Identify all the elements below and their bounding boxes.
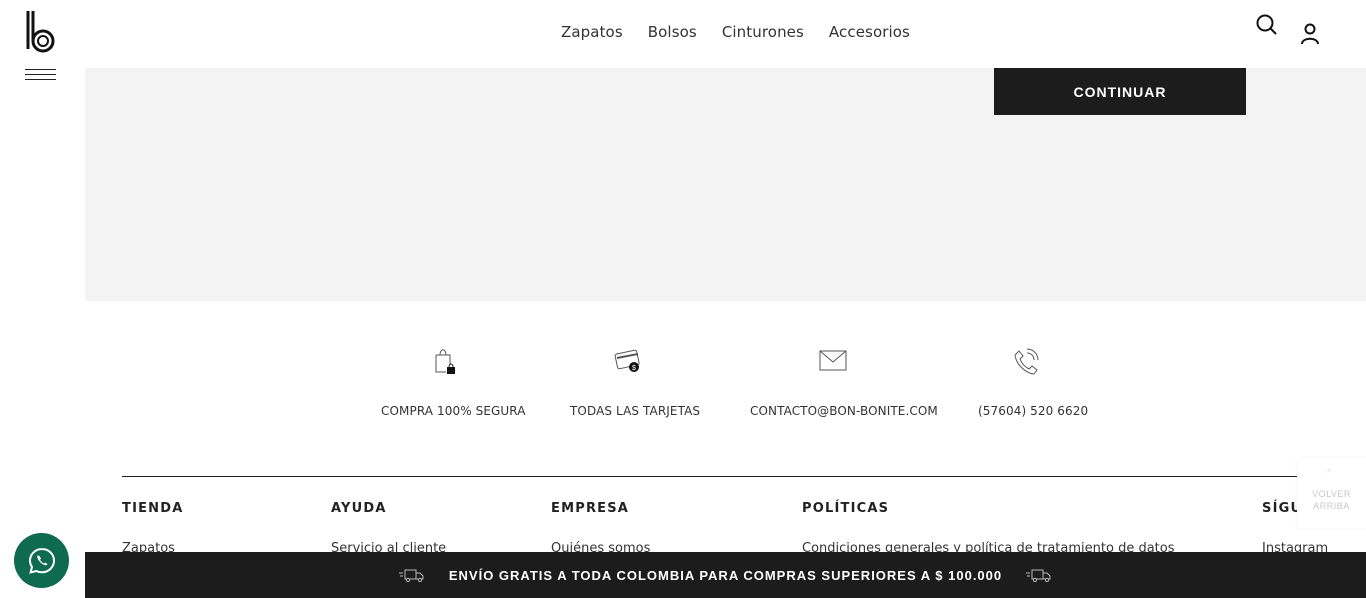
envelope-icon (819, 350, 846, 371)
feature-label[interactable]: (57604) 520 6620 (978, 404, 1088, 418)
hamburger-menu-icon[interactable] (25, 69, 56, 85)
feature-all-cards: $ TODAS LAS TARJETAS (570, 345, 701, 418)
nav-link-bolsos[interactable]: Bolsos (648, 23, 697, 41)
phone-icon (1013, 348, 1038, 375)
credit-card-icon: $ (614, 349, 640, 372)
delivery-truck-icon (398, 569, 424, 582)
nav-link-zapatos[interactable]: Zapatos (561, 23, 623, 41)
back-to-top-label: VOLVER (1312, 489, 1351, 499)
category-nav: Zapatos Bolsos Cinturones Accesorios (561, 23, 910, 41)
nav-link-cinturones[interactable]: Cinturones (722, 23, 804, 41)
brand-logo[interactable] (24, 9, 58, 55)
footer-column-title: POLÍTICAS (802, 501, 890, 516)
footer-divider (122, 476, 1329, 477)
continue-button[interactable]: CONTINUAR (994, 68, 1246, 115)
checkout-panel: CONTINUAR (85, 68, 1366, 301)
footer-column-ayuda: AYUDA Servicio al cliente (331, 501, 446, 556)
shopping-bag-lock-icon (435, 349, 455, 374)
feature-label[interactable]: CONTACTO@BON-BONITE.COM (750, 404, 938, 418)
footer-column-title: AYUDA (331, 501, 387, 516)
search-icon[interactable] (1255, 13, 1279, 37)
whatsapp-icon (28, 547, 55, 574)
feature-contact-email: CONTACTO@BON-BONITE.COM (750, 345, 938, 418)
user-account-icon[interactable] (1299, 22, 1321, 46)
footer-column-title: EMPRESA (551, 501, 630, 516)
back-to-top-label: ARRIBA (1313, 501, 1350, 511)
top-navigation: Zapatos Bolsos Cinturones Accesorios (85, 0, 1366, 68)
footer-column-tienda: TIENDA Zapatos (122, 501, 184, 556)
footer-column-empresa: EMPRESA Quiénes somos (551, 501, 650, 556)
footer-column-title: TIENDA (122, 501, 184, 516)
back-to-top-button[interactable]: ^ VOLVER ARRIBA (1297, 458, 1366, 528)
shipping-banner: ENVÍO GRATIS A TODA COLOMBIA PARA COMPRA… (85, 552, 1366, 598)
feature-phone: (57604) 520 6620 (978, 345, 1088, 418)
footer-column-politicas: POLÍTICAS Condiciones generales y políti… (802, 501, 1175, 556)
delivery-truck-icon (1026, 569, 1051, 582)
sidebar (0, 0, 85, 598)
feature-secure-purchase: COMPRA 100% SEGURA (381, 345, 526, 418)
svg-text:$: $ (632, 365, 636, 372)
feature-label: COMPRA 100% SEGURA (381, 404, 526, 418)
nav-link-accesorios[interactable]: Accesorios (829, 23, 910, 41)
arrow-up-icon: ^ (1327, 468, 1333, 479)
whatsapp-chat-button[interactable] (14, 533, 69, 588)
feature-label: TODAS LAS TARJETAS (570, 404, 701, 418)
shipping-banner-text: ENVÍO GRATIS A TODA COLOMBIA PARA COMPRA… (448, 567, 1003, 583)
